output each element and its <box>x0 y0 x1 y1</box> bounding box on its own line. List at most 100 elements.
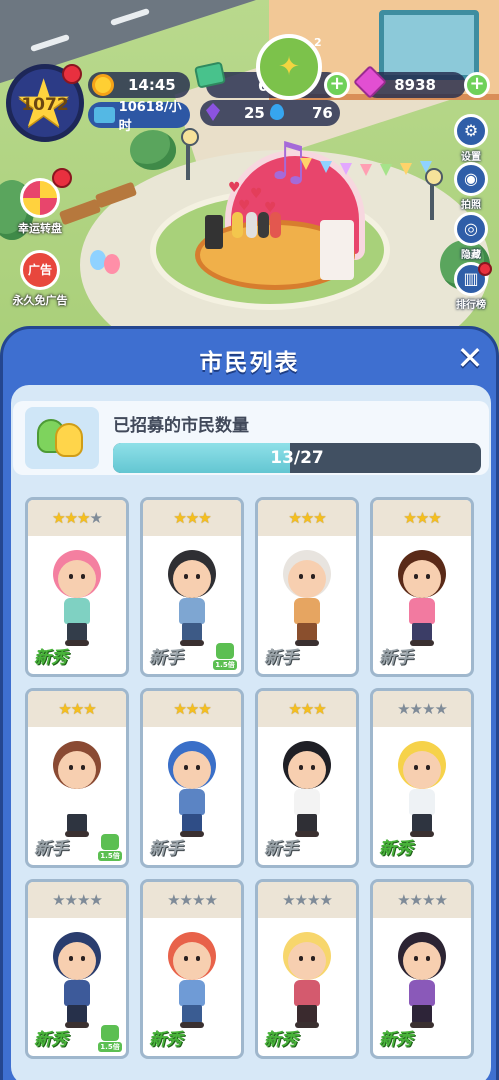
progress-text: 13/27 <box>270 448 324 468</box>
gem-text: 8938 <box>394 76 436 94</box>
star-icon: ★ <box>397 891 410 909</box>
star-icon: ★ <box>434 891 447 909</box>
heart-icon: ♥ <box>264 200 277 216</box>
shop-window <box>379 10 479 80</box>
magic-wand-button[interactable]: ✦ <box>256 34 322 100</box>
star-icon: ★ <box>294 891 308 909</box>
citizen-card[interactable]: ★★★ 新手 <box>370 497 474 677</box>
eye-icon: ◎ <box>454 212 488 246</box>
recruit-progress-bar: 13/27 <box>113 443 481 473</box>
gear-icon: ⚙ <box>454 114 488 148</box>
no-ads-button[interactable]: 广告 永久免广告 <box>4 250 76 308</box>
citizen-card[interactable]: ★★★ 新手 <box>140 688 244 868</box>
star-icon: ★ <box>422 700 435 718</box>
star-icon: ★ <box>313 509 326 527</box>
star-icon: ★ <box>282 891 295 909</box>
citizen-card[interactable]: ★★★ 新手 1.5倍 <box>25 688 129 868</box>
star-icon: ★ <box>167 891 180 909</box>
citizen-avatar <box>392 741 452 841</box>
star-icon: ★ <box>434 700 447 718</box>
star-icon: ★ <box>64 891 78 909</box>
citizen-card[interactable]: ★★★ 新手 <box>255 688 359 868</box>
citizen-avatar <box>47 550 107 650</box>
star-rating: ★★★ <box>258 500 356 536</box>
panel-body[interactable]: 已招募的市民数量 13/27 ★★★★ 新秀 ★★★ 新手 1.5倍 ★★★ 新手 ★★★ 新手… <box>11 385 491 1080</box>
bonus-text: 1.5倍 <box>98 1042 122 1052</box>
citizen-card[interactable]: ★★★★ 新秀 1.5倍 <box>25 879 129 1059</box>
star-icon: ★ <box>185 509 199 527</box>
magic-wand-icon: ✦ <box>278 52 300 82</box>
notification-dot <box>478 262 492 276</box>
citizen-card[interactable]: ★★★★ 新秀 <box>255 879 359 1059</box>
balloon <box>104 254 120 274</box>
star-rating: ★★★★ <box>28 882 126 918</box>
water-drop-icon <box>270 104 284 120</box>
bonus-text: 1.5倍 <box>98 851 122 861</box>
star-icon: ★ <box>198 509 211 527</box>
citizen-rank-tag: 新手 <box>264 648 298 668</box>
time-text: 14:45 <box>128 76 176 94</box>
income-rate[interactable]: 10618/小时 <box>88 100 190 134</box>
star-icon: ★ <box>313 700 326 718</box>
no-ads-label: 永久免广告 <box>12 294 68 307</box>
citizen-rank-tag: 新秀 <box>34 648 68 668</box>
star-icon: ★ <box>52 891 65 909</box>
star-icon: ★ <box>300 509 314 527</box>
add-gems-button[interactable]: + <box>464 72 490 98</box>
leaderboard-label: 排行榜 <box>456 300 486 311</box>
star-rating: ★★★★ <box>28 500 126 536</box>
star-icon: ★ <box>77 891 90 909</box>
citizen-avatar <box>277 932 337 1032</box>
lucky-wheel-label: 幸运转盘 <box>18 222 62 235</box>
citizens-icon <box>25 407 99 469</box>
performer <box>246 212 257 238</box>
income-rate-text: 10618/小时 <box>118 100 182 134</box>
star-icon: ★ <box>89 509 102 527</box>
citizen-avatar <box>47 932 107 1032</box>
citizen-card[interactable]: ★★★ 新手 1.5倍 <box>140 497 244 677</box>
citizen-card[interactable]: ★★★★ 新秀 <box>25 497 129 677</box>
ad-icon: 广告 <box>20 250 60 290</box>
star-icon: ★ <box>52 509 65 527</box>
star-rating: ★★★ <box>143 500 241 536</box>
sun-icon <box>92 74 114 96</box>
close-button[interactable]: ✕ <box>452 341 488 377</box>
level-number: 1072 <box>21 95 69 115</box>
recruit-summary: 已招募的市民数量 13/27 <box>13 401 489 475</box>
stage-pillar <box>320 220 354 280</box>
notification-dot <box>52 168 72 188</box>
citizen-rank-tag: 新手 <box>379 648 413 668</box>
star-icon: ★ <box>422 891 435 909</box>
citizen-avatar <box>392 932 452 1032</box>
settings-button[interactable]: ⚙ 设置 <box>451 114 491 163</box>
citizen-card[interactable]: ★★★★ 新秀 <box>370 688 474 868</box>
settings-label: 设置 <box>461 152 481 163</box>
street-lamp <box>181 128 199 180</box>
citizen-list-panel: 市民列表 ✕ 已招募的市民数量 13/27 ★★★★ 新秀 ★★★ 新手 1.5倍 ★★★… <box>0 326 499 1080</box>
citizen-avatar <box>162 932 222 1032</box>
star-rating: ★★★ <box>143 691 241 727</box>
star-icon: ★ <box>204 891 217 909</box>
photo-button[interactable]: ◉ 拍照 <box>451 162 491 211</box>
star-rating: ★★★★ <box>373 691 471 727</box>
tree <box>130 130 176 170</box>
citizen-card[interactable]: ★★★ 新手 <box>255 497 359 677</box>
citizen-rank-tag: 新秀 <box>379 1030 413 1050</box>
income-icon <box>94 107 115 123</box>
star-rating: ★★★★ <box>373 882 471 918</box>
crystal-count: 25 <box>244 104 265 122</box>
citizen-avatar <box>392 550 452 650</box>
add-money-button[interactable]: + <box>324 72 350 98</box>
bonus-badge: 1.5倍 <box>98 834 122 861</box>
hide-button[interactable]: ◎ 隐藏 <box>451 212 491 261</box>
citizen-rank-tag: 新秀 <box>149 1030 183 1050</box>
heart-icon: ♥ <box>238 198 251 214</box>
citizen-card[interactable]: ★★★★ 新秀 <box>140 879 244 1059</box>
citizen-rank-tag: 新秀 <box>34 1030 68 1050</box>
citizen-card[interactable]: ★★★★ 新秀 <box>370 879 474 1059</box>
citizen-rank-tag: 新手 <box>149 648 183 668</box>
camera-icon: ◉ <box>454 162 488 196</box>
water-count: 76 <box>312 104 333 122</box>
star-rating: ★★★★ <box>258 882 356 918</box>
star-icon: ★ <box>409 891 423 909</box>
